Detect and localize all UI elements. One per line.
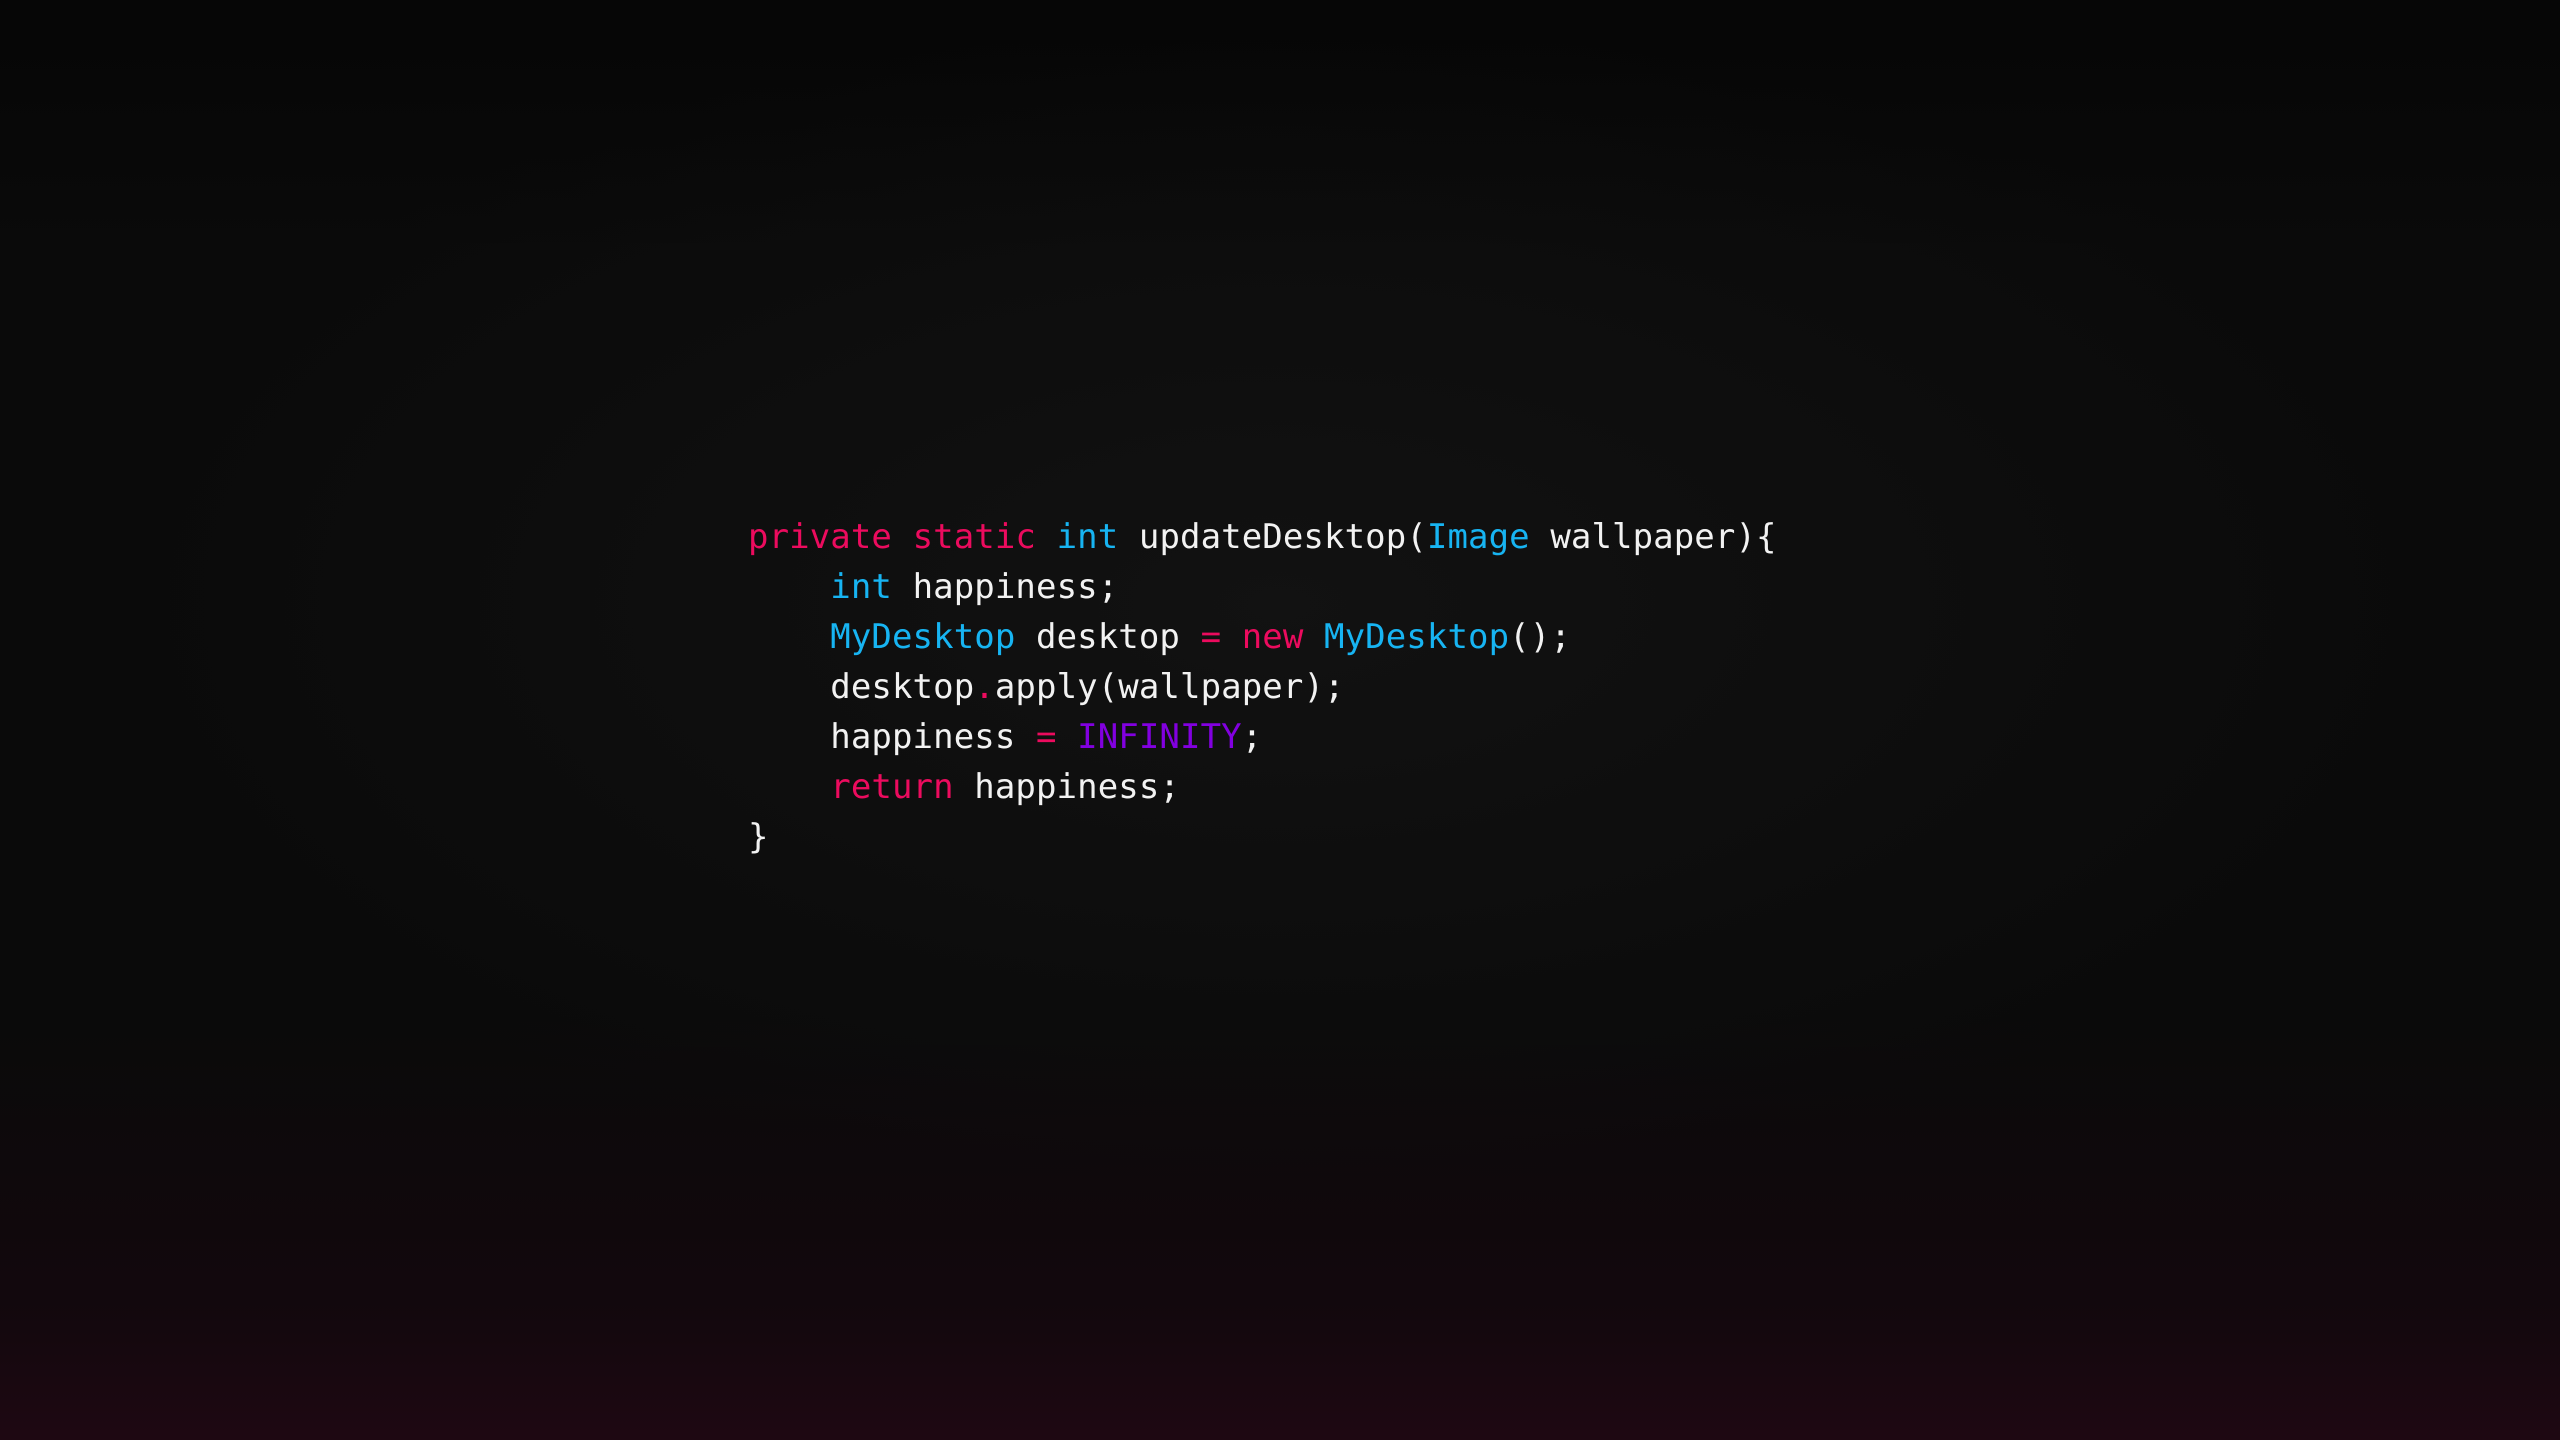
code-token-operator: . xyxy=(974,667,995,707)
code-token-plain: desktop xyxy=(830,667,975,707)
code-token-type: int xyxy=(830,567,892,607)
code-token-plain: happiness xyxy=(830,717,1016,757)
code-token-type: int xyxy=(1056,517,1119,557)
code-token-keyword: static xyxy=(912,517,1036,557)
code-token-keyword: return xyxy=(830,767,954,807)
code-token-plain: apply xyxy=(994,667,1098,707)
code-line: return happiness; xyxy=(748,762,1777,812)
desktop-wallpaper: private static int updateDesktop(Image w… xyxy=(0,0,2560,1440)
bottom-tint-overlay xyxy=(0,1020,2560,1440)
code-token-punctuation: ; xyxy=(1159,767,1180,807)
code-token-punctuation: ; xyxy=(1550,617,1571,657)
code-token-plain: wallpaper xyxy=(1118,667,1304,707)
code-token-plain: happiness xyxy=(912,567,1098,607)
code-token-keyword: private xyxy=(748,517,892,557)
code-token-keyword: new xyxy=(1241,617,1304,657)
code-line: MyDesktop desktop = new MyDesktop(); xyxy=(748,612,1777,662)
code-line: } xyxy=(748,812,1777,862)
code-line: happiness = INFINITY; xyxy=(748,712,1777,762)
code-token-punctuation: ( xyxy=(1406,517,1427,557)
code-token-punctuation: () xyxy=(1509,617,1551,657)
code-token-punctuation: ; xyxy=(1097,567,1119,607)
code-line: desktop.apply(wallpaper); xyxy=(748,662,1777,712)
code-token-operator: = xyxy=(1036,717,1057,757)
code-token-plain: desktop xyxy=(1036,617,1180,657)
code-token-punctuation: ; xyxy=(1241,717,1263,757)
code-token-plain: updateDesktop xyxy=(1138,517,1407,557)
code-token-type: MyDesktop xyxy=(1324,617,1510,657)
code-snippet: private static int updateDesktop(Image w… xyxy=(748,512,1777,862)
code-line: int happiness; xyxy=(748,562,1777,612)
code-token-punctuation: { xyxy=(1756,517,1777,557)
code-token-punctuation: ( xyxy=(1097,667,1119,707)
code-token-plain: happiness xyxy=(974,767,1160,807)
code-token-punctuation: ) xyxy=(1303,667,1325,707)
code-token-type: Image xyxy=(1426,517,1530,557)
code-token-punctuation: } xyxy=(748,817,769,857)
code-token-plain: wallpaper xyxy=(1550,517,1736,557)
code-token-type: MyDesktop xyxy=(830,617,1016,657)
code-token-punctuation: ) xyxy=(1735,517,1757,557)
code-token-constant: INFINITY xyxy=(1077,717,1242,757)
code-token-operator: = xyxy=(1200,617,1222,657)
code-token-punctuation: ; xyxy=(1324,667,1345,707)
code-line: private static int updateDesktop(Image w… xyxy=(748,512,1777,562)
code-lines-container: private static int updateDesktop(Image w… xyxy=(748,512,1777,862)
top-fade-overlay xyxy=(0,0,2560,260)
